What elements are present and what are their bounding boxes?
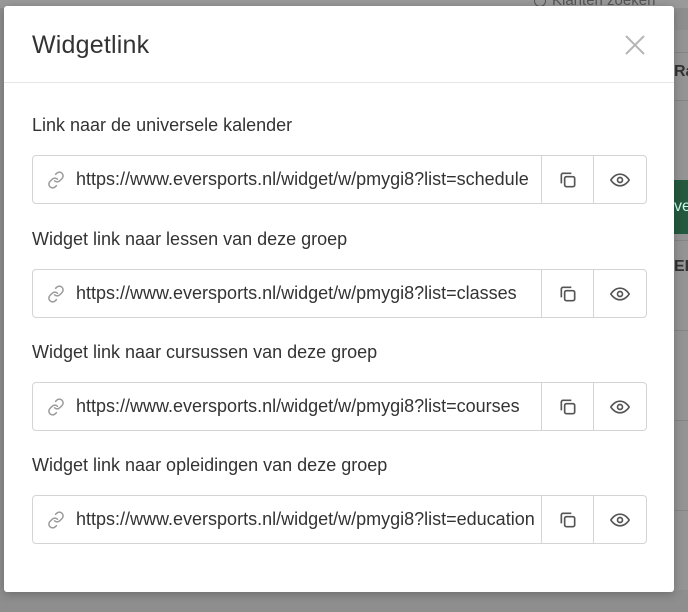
modal-title: Widgetlink: [32, 31, 150, 59]
link-field[interactable]: https://www.eversports.nl/widget/w/pmygi…: [33, 496, 543, 543]
divider: [674, 330, 688, 331]
link-icon: [47, 170, 65, 189]
copy-icon: [560, 399, 576, 414]
preview-button[interactable]: [594, 383, 646, 430]
link-url[interactable]: https://www.eversports.nl/widget/w/pmygi…: [76, 283, 541, 304]
modal-header: Widgetlink: [4, 6, 674, 83]
link-field[interactable]: https://www.eversports.nl/widget/w/pmygi…: [33, 270, 543, 317]
divider: [674, 420, 688, 421]
background-text: Ra: [674, 63, 688, 80]
link-input-group: https://www.eversports.nl/widget/w/pmygi…: [32, 495, 647, 544]
link-input-group: https://www.eversports.nl/widget/w/pmygi…: [32, 269, 647, 318]
background-page-right: Ra ve EL: [674, 30, 688, 590]
close-icon: [625, 35, 645, 55]
copy-button[interactable]: [542, 156, 595, 203]
link-icon: [47, 284, 65, 303]
link-icon: [47, 397, 65, 416]
preview-button[interactable]: [594, 496, 646, 543]
link-input-group: https://www.eversports.nl/widget/w/pmygi…: [32, 155, 647, 204]
background-button: ve: [674, 180, 688, 234]
widgetlink-modal: Widgetlink Link naar de universele kalen…: [4, 6, 674, 592]
preview-button[interactable]: [594, 270, 646, 317]
divider: [674, 52, 688, 53]
widget-link-section: Widget link naar cursussen van deze groe…: [32, 340, 647, 431]
eye-icon: [610, 286, 631, 301]
divider: [674, 240, 688, 241]
copy-button[interactable]: [542, 270, 595, 317]
copy-icon: [560, 512, 576, 527]
copy-button[interactable]: [542, 383, 595, 430]
copy-icon: [560, 172, 576, 187]
section-label: Widget link naar cursussen van deze groe…: [32, 342, 378, 362]
eye-icon: [610, 399, 631, 414]
preview-button[interactable]: [594, 156, 646, 203]
background-text: EL: [674, 258, 688, 275]
section-label: Link naar de universele kalender: [32, 115, 293, 135]
divider: [674, 100, 688, 101]
widget-link-section: Link naar de universele kalender https:/…: [32, 113, 647, 204]
link-icon: [47, 510, 65, 529]
link-field[interactable]: https://www.eversports.nl/widget/w/pmygi…: [33, 383, 543, 430]
widget-link-section: Widget link naar lessen van deze groep h…: [32, 227, 647, 318]
section-label: Widget link naar opleidingen van deze gr…: [32, 455, 388, 475]
link-url[interactable]: https://www.eversports.nl/widget/w/pmygi…: [76, 509, 541, 530]
link-field[interactable]: https://www.eversports.nl/widget/w/pmygi…: [33, 156, 543, 203]
eye-icon: [610, 172, 631, 187]
link-url[interactable]: https://www.eversports.nl/widget/w/pmygi…: [76, 396, 541, 417]
eye-icon: [610, 512, 631, 527]
section-label: Widget link naar lessen van deze groep: [32, 229, 348, 249]
widget-link-section: Widget link naar opleidingen van deze gr…: [32, 453, 647, 544]
close-button[interactable]: [624, 34, 646, 56]
link-url[interactable]: https://www.eversports.nl/widget/w/pmygi…: [76, 169, 541, 190]
copy-icon: [560, 286, 576, 301]
copy-button[interactable]: [542, 496, 595, 543]
divider: [674, 510, 688, 511]
link-input-group: https://www.eversports.nl/widget/w/pmygi…: [32, 382, 647, 431]
